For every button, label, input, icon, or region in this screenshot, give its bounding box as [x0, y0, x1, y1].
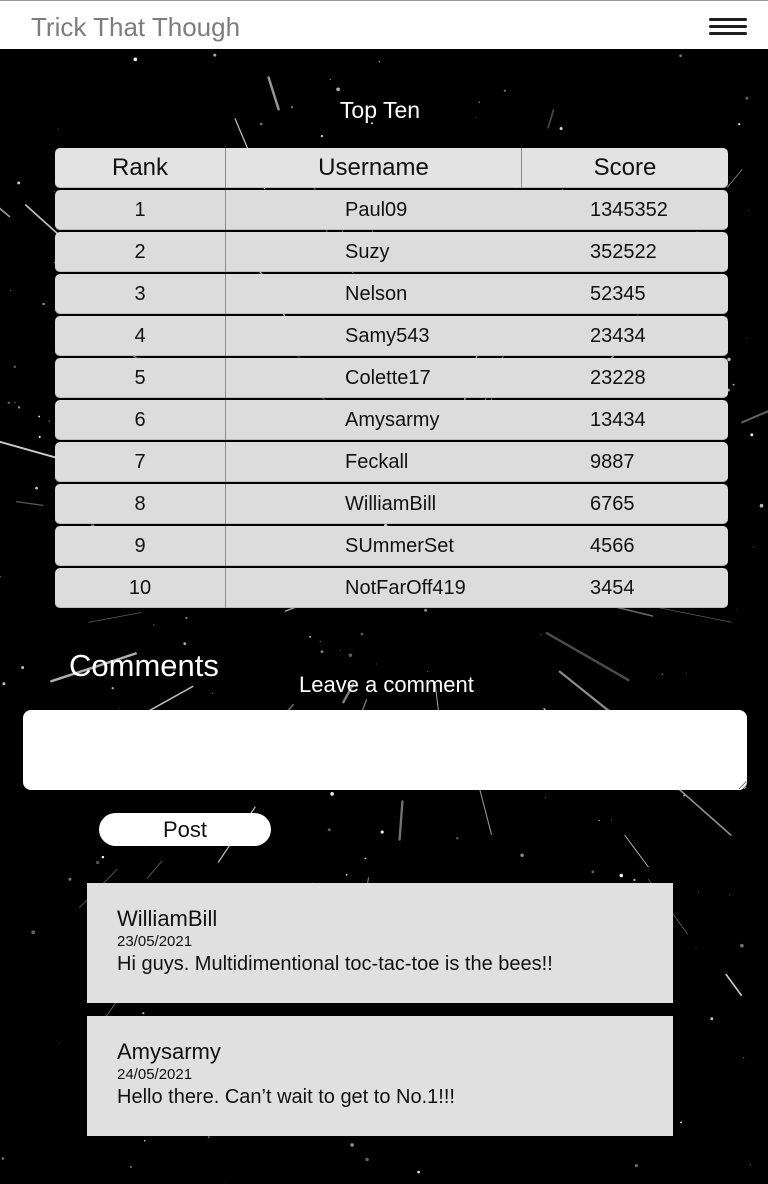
rank-cell: 1	[55, 190, 226, 230]
username-cell: Paul09	[345, 198, 408, 221]
app-title: Trick That Though	[31, 12, 241, 42]
comment-author: Amysarmy	[117, 1039, 221, 1064]
page-content: Top Ten Rank Username Score 1 Paul09 13453…	[0, 0, 768, 1184]
leaderboard-table: Rank Username Score 1 Paul09 1345352 2 Suzy 3…	[55, 148, 728, 610]
comment-input[interactable]	[23, 710, 747, 790]
rank-cell: 7	[55, 442, 226, 482]
username-cell: WilliamBill	[345, 492, 437, 515]
rank-cell: 9	[55, 526, 226, 566]
score-cell: 23434	[590, 324, 646, 347]
leave-comment-label: Leave a comment	[299, 672, 474, 697]
username-cell: Colette17	[345, 366, 431, 389]
comment-card: WilliamBill 23/05/2021 Hi guys. Multidimen…	[87, 883, 673, 1003]
score-cell: 23228	[590, 366, 646, 389]
comments-title: Comments	[69, 648, 219, 683]
column-header-rank: Rank	[55, 148, 226, 188]
post-button[interactable]: Post	[99, 813, 271, 846]
table-row: 6 Amysarmy 13434	[55, 400, 728, 440]
rank-cell: 3	[55, 274, 226, 314]
score-cell: 6765	[590, 492, 635, 515]
table-row: 10 NotFarOff419 3454	[55, 568, 728, 608]
username-cell: Feckall	[345, 450, 409, 473]
score-cell: 52345	[590, 282, 646, 305]
username-cell: Samy543	[345, 324, 430, 347]
column-header-score: Score	[593, 154, 657, 181]
username-cell: NotFarOff419	[345, 576, 466, 599]
username-cell: SUmmerSet	[345, 534, 454, 557]
table-row: 1 Paul09 1345352	[55, 190, 728, 230]
leaderboard-title: Top Ten	[339, 97, 421, 123]
score-cell: 1345352	[590, 198, 668, 221]
comment-text: Hello there. Can’t wait to get to No.1!!…	[117, 1086, 455, 1108]
comment-author: WilliamBill	[117, 906, 218, 931]
leaderboard-header-row: Rank Username Score	[55, 148, 728, 188]
rank-cell: 10	[55, 568, 226, 608]
rank-cell: 6	[55, 400, 226, 440]
score-cell: 13434	[590, 408, 646, 431]
rank-cell: 8	[55, 484, 226, 524]
top-bar: Trick That Though	[0, 0, 768, 49]
table-row: 2 Suzy 352522	[55, 232, 728, 272]
table-row: 7 Feckall 9887	[55, 442, 728, 482]
score-cell: 4566	[590, 534, 635, 557]
score-cell: 3454	[590, 576, 635, 599]
table-row: 8 WilliamBill 6765	[55, 484, 728, 524]
hamburger-menu-icon[interactable]	[709, 18, 747, 38]
username-cell: Suzy	[345, 240, 390, 263]
rank-cell: 4	[55, 316, 226, 356]
table-row: 4 Samy543 23434	[55, 316, 728, 356]
column-header-username: Username	[226, 148, 522, 188]
username-cell: Nelson	[345, 282, 408, 305]
username-cell: Amysarmy	[345, 408, 440, 431]
comment-card: Amysarmy 24/05/2021 Hello there. Can’t wai…	[87, 1016, 673, 1136]
score-cell: 9887	[590, 450, 635, 473]
comment-date: 24/05/2021	[117, 1066, 193, 1083]
comment-text: Hi guys. Multidimentional toc-tac-toe is…	[117, 953, 553, 975]
rank-cell: 2	[55, 232, 226, 272]
table-row: 9 SUmmerSet 4566	[55, 526, 728, 566]
score-cell: 352522	[590, 240, 657, 263]
table-row: 3 Nelson 52345	[55, 274, 728, 314]
comment-date: 23/05/2021	[117, 933, 193, 950]
table-row: 5 Colette17 23228	[55, 358, 728, 398]
rank-cell: 5	[55, 358, 226, 398]
